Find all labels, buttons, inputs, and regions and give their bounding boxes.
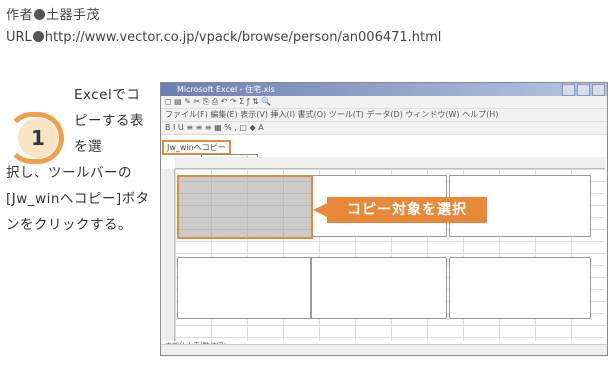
selected-range[interactable] <box>177 175 313 239</box>
maximize-icon[interactable] <box>577 84 590 96</box>
author-name: 土器手茂 <box>46 8 101 23</box>
menu-item-help[interactable]: ヘルプ(H) <box>462 110 498 119</box>
table-block <box>177 257 311 319</box>
url-label: URL <box>6 30 32 45</box>
table-block <box>449 257 591 319</box>
window-controls <box>562 84 605 96</box>
toolbar-standard: ◻ ▤ ✎ ✂ ⎘ ⎙ ↶ ↷ Σ ƒ ⇅ 🔍 <box>161 96 607 109</box>
step-text-part1: Excelでコピーする表を選 <box>74 87 144 155</box>
menu-item-file[interactable]: ファイル(F) <box>165 110 208 119</box>
step-text-part2: 択し、ツールバーの[Jw_winへコピー]ボタンをクリックする。 <box>6 165 150 233</box>
jw-win-copy-button[interactable]: Jw_winへコピー <box>162 140 231 155</box>
excel-screenshot: Microsoft Excel - 住宅.xls ◻ ▤ ✎ ✂ ⎘ ⎙ ↶ ↷… <box>160 82 608 356</box>
menu-item-data[interactable]: データ(D) <box>366 110 402 119</box>
drawing-toolbar <box>161 344 607 355</box>
toolbar-formatting: B I U ≡ ≡ ≡ ▦ % , ▢ ◆ A <box>161 122 607 135</box>
menu-item-format[interactable]: 書式(O) <box>298 110 327 119</box>
url-line: URL http://www.vector.co.jp/vpack/browse/… <box>6 30 441 45</box>
row-headers <box>162 169 175 341</box>
menu-item-view[interactable]: 表示(V) <box>240 110 268 119</box>
author-label: 作者 <box>6 8 34 23</box>
url-text: http://www.vector.co.jp/vpack/browse/per… <box>44 30 442 45</box>
menu-bar: ファイル(F) 編集(E) 表示(V) 挿入(I) 書式(O) ツール(T) デ… <box>161 109 607 122</box>
close-icon[interactable] <box>592 84 605 96</box>
minimize-icon[interactable] <box>562 84 575 96</box>
menu-item-window[interactable]: ウィンドウ(W) <box>405 110 459 119</box>
bullet-dot-icon <box>34 9 46 20</box>
author-line: 作者 土器手茂 <box>6 4 100 23</box>
menu-item-tools[interactable]: ツール(T) <box>329 110 364 119</box>
window-title: Microsoft Excel - 住宅.xls <box>177 85 275 94</box>
step-number: 1 <box>18 118 58 158</box>
menu-item-insert[interactable]: 挿入(I) <box>271 110 296 119</box>
bullet-dot-icon <box>32 31 44 42</box>
menu-item-edit[interactable]: 編集(E) <box>210 110 237 119</box>
column-headers <box>175 157 605 169</box>
window-titlebar: Microsoft Excel - 住宅.xls <box>161 83 607 96</box>
table-block <box>311 257 447 319</box>
selection-callout: コピー対象を選択 <box>313 197 487 223</box>
